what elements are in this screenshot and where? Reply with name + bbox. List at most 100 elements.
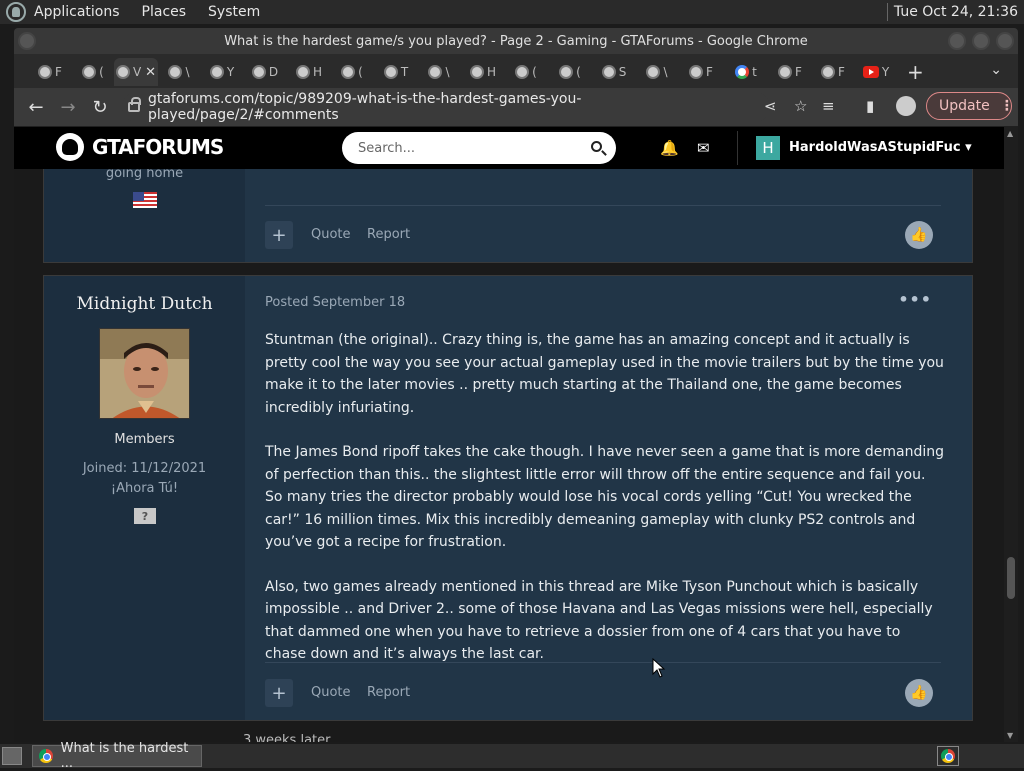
- gtaforums-favicon-icon: [515, 65, 530, 79]
- tab[interactable]: t: [724, 58, 768, 86]
- report-link[interactable]: Report: [367, 227, 410, 242]
- gtaforums-favicon-icon: [82, 65, 97, 79]
- report-link[interactable]: Report: [367, 685, 410, 700]
- tab[interactable]: \: [417, 58, 461, 86]
- minimize-icon[interactable]: [948, 32, 966, 50]
- site-logo[interactable]: GTAFORUMS: [56, 133, 224, 161]
- post-options-icon[interactable]: •••: [898, 290, 932, 309]
- tab[interactable]: \: [635, 58, 679, 86]
- gtaforums-favicon-icon: [341, 65, 356, 79]
- places-menu[interactable]: Places: [142, 4, 187, 20]
- back-icon[interactable]: ←: [20, 91, 52, 123]
- previous-post-author-column: going home: [44, 166, 245, 262]
- user-menu[interactable]: HardoldWasAStupidFuc ▾: [789, 140, 972, 155]
- lock-icon[interactable]: [128, 97, 141, 112]
- kebab-menu-icon[interactable]: ⋮: [1000, 98, 1014, 114]
- tab[interactable]: D: [243, 58, 287, 86]
- scroll-down-icon[interactable]: ▼: [1007, 731, 1013, 740]
- google-favicon-icon: [735, 65, 750, 79]
- author-motto: ¡Ahora Tú!: [110, 481, 179, 496]
- tab[interactable]: (: [504, 58, 548, 86]
- window-titlebar[interactable]: What is the hardest game/s you played? -…: [14, 28, 1018, 54]
- tab[interactable]: (: [548, 58, 592, 86]
- window-menu-icon[interactable]: [18, 32, 36, 50]
- tab-label: \: [445, 65, 450, 79]
- tab[interactable]: T: [374, 58, 418, 86]
- gtaforums-favicon-icon: [295, 65, 310, 79]
- tab-search-chevron-icon[interactable]: ⌄: [990, 62, 1002, 78]
- tab[interactable]: (: [71, 58, 115, 86]
- maximize-icon[interactable]: [972, 32, 990, 50]
- post-date[interactable]: Posted September 18: [265, 295, 405, 310]
- search-icon[interactable]: [591, 141, 602, 152]
- tab-label: (: [532, 65, 537, 79]
- tab[interactable]: H: [461, 58, 505, 86]
- forum-post: Midnight Dutch Members Joined: 11/12/202…: [43, 275, 973, 721]
- tab-strip: + ⌄ F (V ✕ \ Y D H (T \ H ((S \ Ft F F Y: [14, 54, 1018, 88]
- show-desktop-icon[interactable]: [2, 747, 22, 765]
- tab[interactable]: F: [679, 58, 723, 86]
- tray-chrome[interactable]: [937, 746, 959, 766]
- share-icon[interactable]: ⋖: [764, 97, 777, 115]
- like-icon[interactable]: 👍: [905, 679, 933, 707]
- multiquote-plus-button[interactable]: +: [265, 221, 293, 249]
- multiquote-plus-button[interactable]: +: [265, 679, 293, 707]
- gtaforums-favicon-icon: [115, 65, 130, 79]
- avatar[interactable]: [99, 328, 190, 419]
- tab-label: t: [752, 65, 757, 79]
- author-name[interactable]: Midnight Dutch: [44, 294, 245, 314]
- tab[interactable]: F: [811, 58, 855, 86]
- close-window-icon[interactable]: [996, 32, 1014, 50]
- gtaforums-favicon-icon: [469, 65, 484, 79]
- forward-icon[interactable]: →: [52, 91, 84, 123]
- tab[interactable]: V ✕: [114, 58, 158, 86]
- tab[interactable]: F: [28, 58, 72, 86]
- taskbar-chrome-window[interactable]: What is the hardest ...: [32, 741, 202, 771]
- rank-badge[interactable]: ?: [134, 508, 156, 524]
- envelope-icon[interactable]: ✉: [697, 139, 710, 157]
- applications-menu[interactable]: Applications: [34, 4, 120, 20]
- address-bar[interactable]: gtaforums.com/topic/989209-what-is-the-h…: [122, 91, 770, 123]
- reading-list-icon[interactable]: ≡: [822, 97, 835, 115]
- tab[interactable]: Y: [200, 58, 244, 86]
- bookmark-star-icon[interactable]: ☆: [794, 97, 807, 115]
- reload-icon[interactable]: ↻: [84, 91, 116, 123]
- search-input[interactable]: Search...: [342, 132, 616, 164]
- member-group: Members: [114, 432, 175, 447]
- scrollbar[interactable]: ▲ ▼: [1004, 127, 1018, 742]
- scrollbar-thumb[interactable]: [1007, 557, 1015, 599]
- clock[interactable]: Tue Oct 24, 21:36: [887, 0, 1024, 24]
- new-tab-icon[interactable]: +: [907, 60, 924, 84]
- chrome-icon: [941, 749, 955, 763]
- toolbar: ← → ↻ gtaforums.com/topic/989209-what-is…: [14, 88, 1018, 126]
- quote-link[interactable]: Quote: [311, 685, 351, 700]
- time-gap-label: 3 weeks later...: [243, 733, 342, 742]
- profile-avatar-icon[interactable]: [896, 96, 916, 116]
- tab[interactable]: \: [157, 58, 201, 86]
- gtaforums-favicon-icon: [168, 65, 183, 79]
- like-icon[interactable]: 👍: [905, 221, 933, 249]
- tab-label: H: [486, 65, 497, 79]
- task-label: What is the hardest ...: [60, 741, 189, 771]
- quote-link[interactable]: Quote: [311, 227, 351, 242]
- url-text[interactable]: gtaforums.com/topic/989209-what-is-the-h…: [148, 91, 770, 123]
- tab[interactable]: S: [592, 58, 636, 86]
- logo-text: GTAFORUMS: [92, 135, 224, 159]
- gnome-foot-icon[interactable]: [6, 2, 26, 22]
- tab[interactable]: Y: [854, 58, 898, 86]
- scroll-up-icon[interactable]: ▲: [1007, 129, 1013, 138]
- chrome-window: What is the hardest game/s you played? -…: [14, 28, 1018, 742]
- close-tab-icon[interactable]: ✕: [145, 65, 156, 80]
- tab[interactable]: H: [287, 58, 331, 86]
- system-menu[interactable]: System: [208, 4, 260, 20]
- gtaforums-favicon-icon: [251, 65, 266, 79]
- update-button[interactable]: Update ⋮: [926, 92, 1014, 120]
- site-header: GTAFORUMS Search... 🔔 ✉ H HardoldWasAStu…: [14, 127, 1004, 169]
- bell-icon[interactable]: 🔔: [660, 139, 679, 157]
- tab[interactable]: F: [768, 58, 812, 86]
- gtaforums-favicon-icon: [38, 65, 53, 79]
- user-avatar[interactable]: H: [756, 136, 780, 160]
- tab[interactable]: (: [330, 58, 374, 86]
- update-label: Update: [939, 98, 990, 114]
- side-panel-icon[interactable]: ▮: [866, 97, 874, 115]
